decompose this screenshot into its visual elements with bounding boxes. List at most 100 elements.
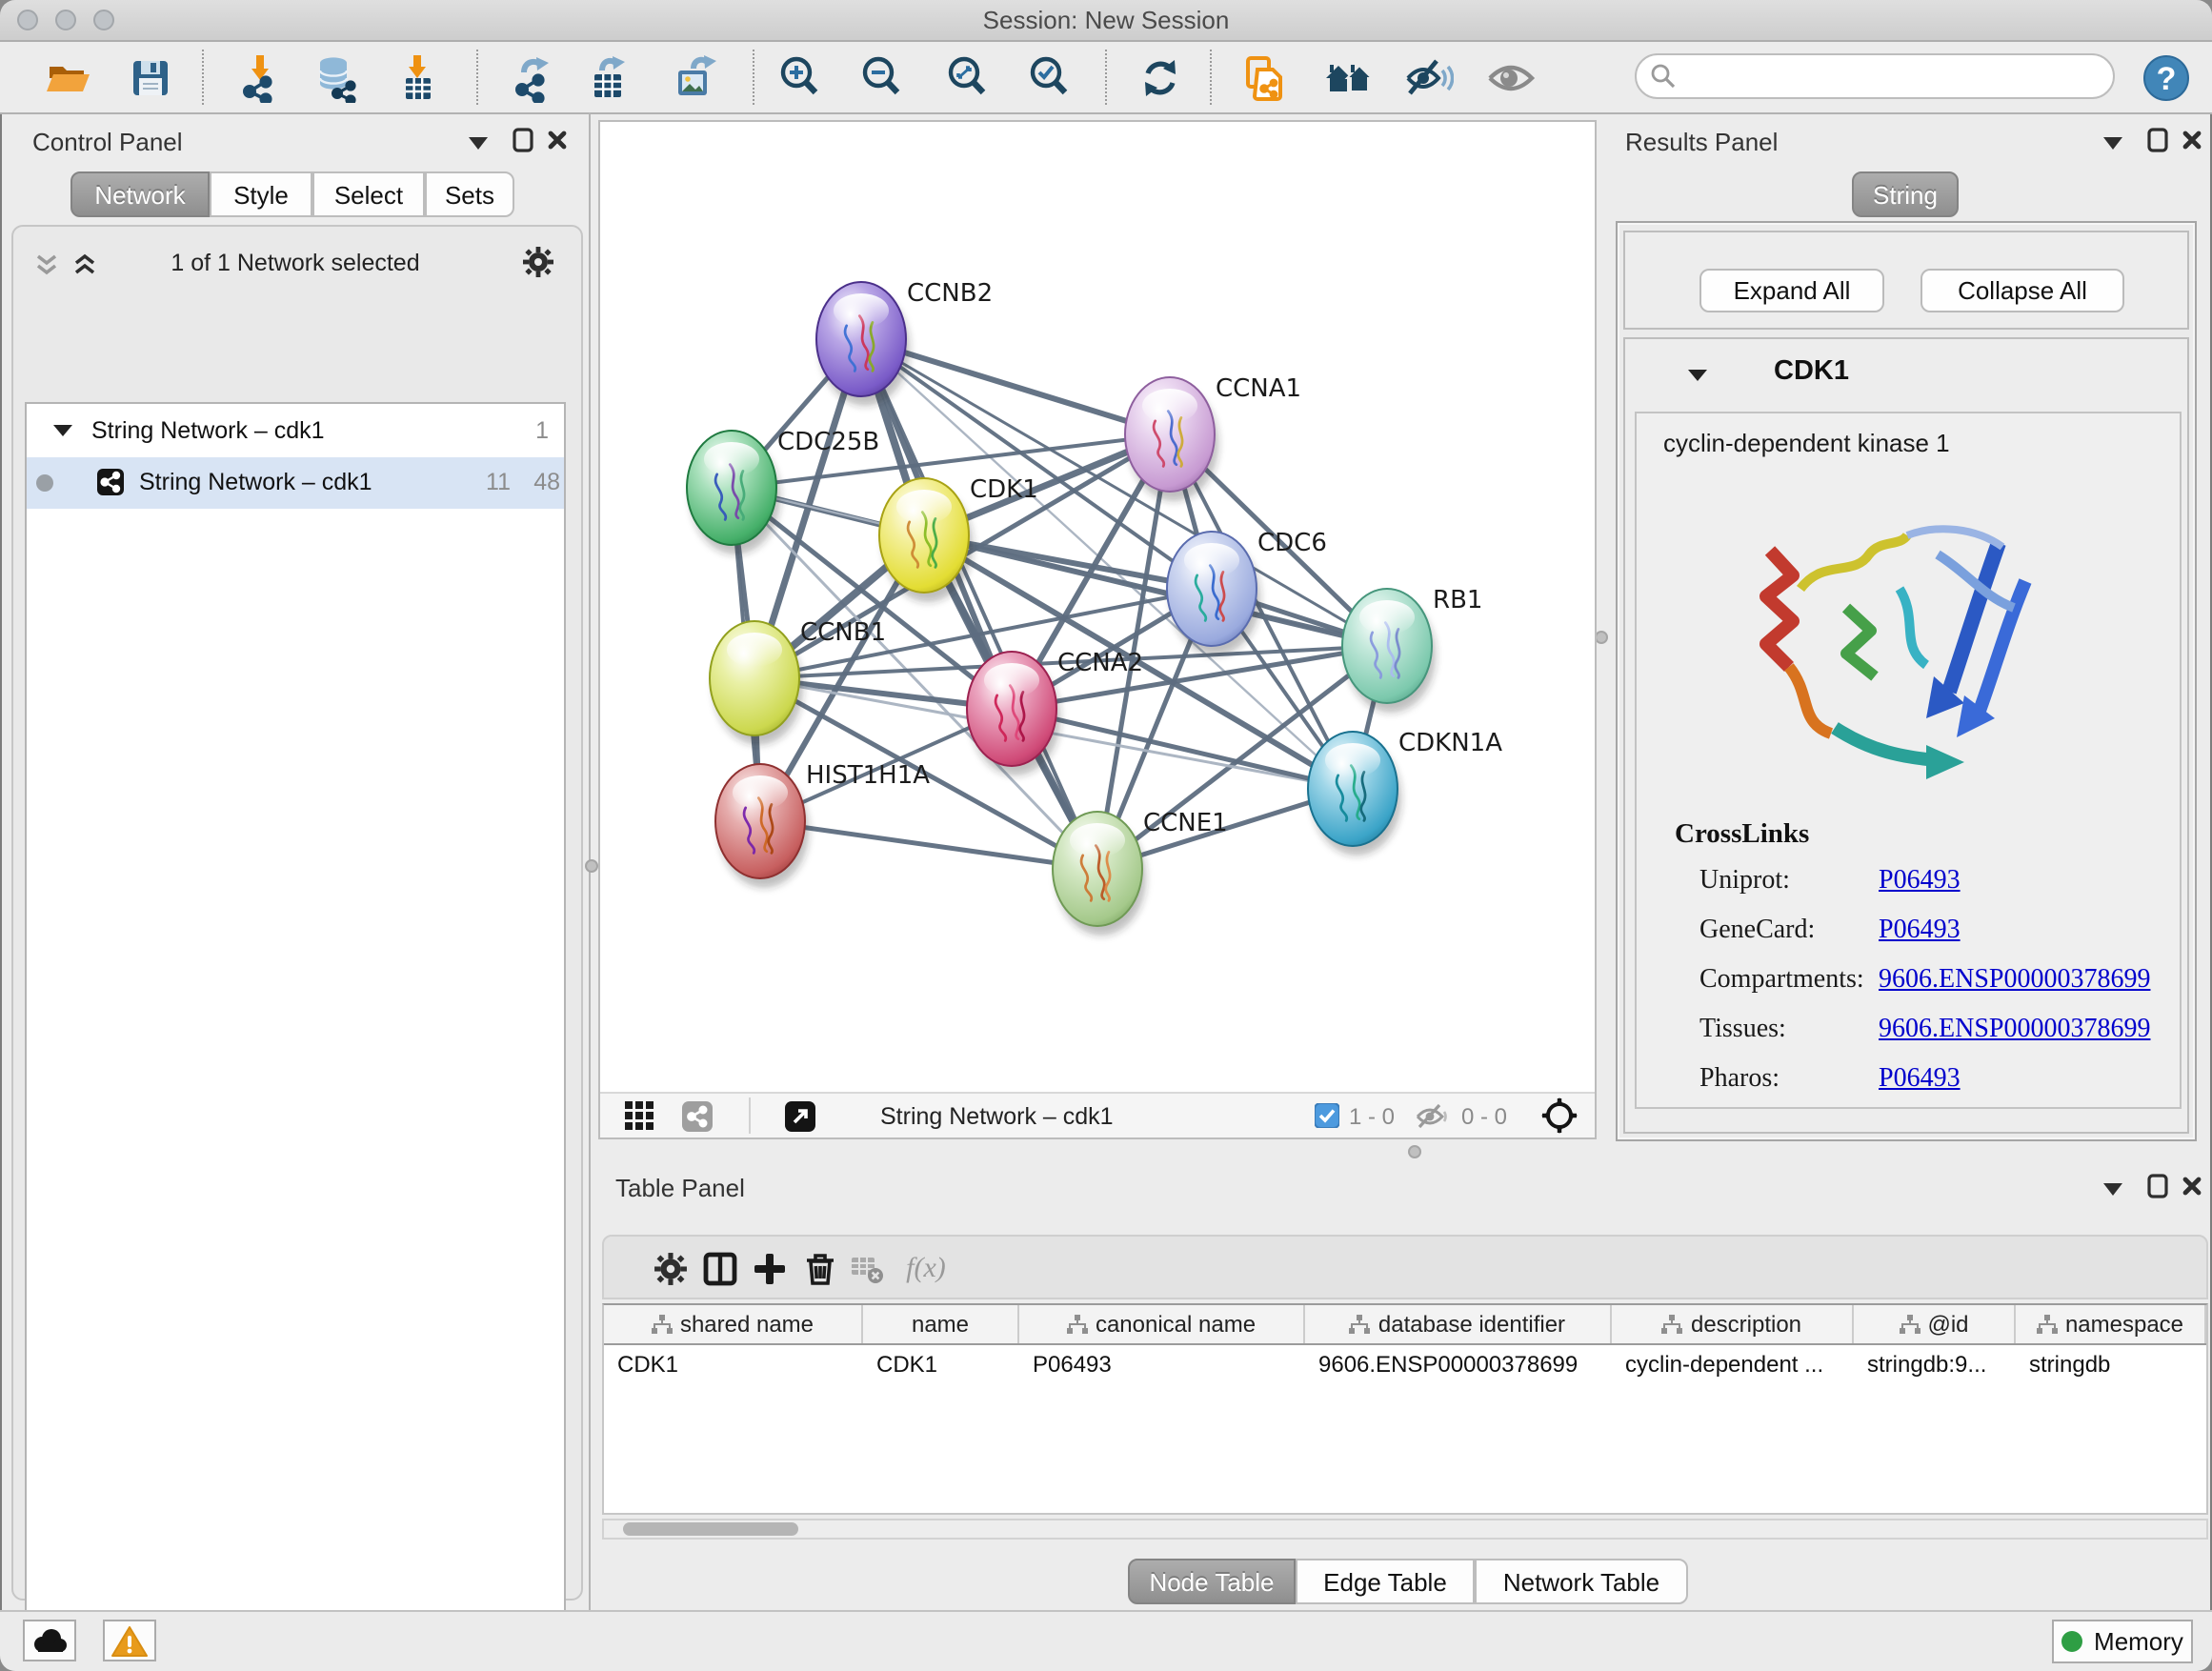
column-header--id[interactable]: @id bbox=[1854, 1305, 2016, 1343]
network-canvas[interactable]: CCNB2CCNA1CDC25BCDK1CDC6RB1CCNB1CCNA2CDK… bbox=[606, 124, 1589, 1096]
warning-status-button[interactable] bbox=[103, 1620, 156, 1661]
search-input[interactable] bbox=[1635, 53, 2115, 99]
close-panel-icon[interactable] bbox=[541, 126, 572, 152]
memory-button[interactable]: Memory bbox=[2052, 1620, 2193, 1663]
selected-checkbox[interactable] bbox=[1315, 1099, 1339, 1132]
navigator-icon[interactable] bbox=[1541, 1099, 1578, 1132]
delete-column-icon[interactable] bbox=[798, 1250, 840, 1288]
string-network-icon bbox=[97, 469, 124, 501]
column-header-database-identifier[interactable]: database identifier bbox=[1305, 1305, 1612, 1343]
network-node-hist1h1a[interactable] bbox=[715, 764, 809, 888]
table-cell[interactable]: stringdb:9... bbox=[1854, 1345, 2016, 1383]
zoom-selected-button[interactable] bbox=[1021, 50, 1078, 107]
cloud-status-button[interactable] bbox=[23, 1620, 76, 1661]
crosslink-link[interactable]: P06493 bbox=[1879, 1065, 1961, 1096]
network-edge[interactable] bbox=[1012, 709, 1353, 789]
string-hide-glass-button[interactable] bbox=[1400, 50, 1458, 107]
table-row[interactable]: CDK1CDK1P064939606.ENSP00000378699cyclin… bbox=[604, 1345, 2206, 1383]
column-header-canonical-name[interactable]: canonical name bbox=[1019, 1305, 1305, 1343]
table-cell[interactable]: 9606.ENSP00000378699 bbox=[1305, 1345, 1612, 1383]
network-collection-row[interactable]: String Network – cdk1 1 bbox=[27, 408, 564, 457]
float-panel-icon[interactable] bbox=[2142, 126, 2172, 152]
delete-table-icon[interactable] bbox=[846, 1250, 888, 1288]
zoom-fit-button[interactable] bbox=[939, 50, 996, 107]
network-node-rb1[interactable] bbox=[1342, 589, 1436, 713]
import-table-button[interactable] bbox=[389, 50, 446, 107]
panel-menu-icon[interactable] bbox=[463, 130, 493, 156]
column-header-description[interactable]: description bbox=[1612, 1305, 1854, 1343]
export-image-button[interactable] bbox=[667, 50, 724, 107]
network-node-ccne1[interactable] bbox=[1053, 812, 1146, 936]
expand-all-button[interactable]: Expand All bbox=[1699, 269, 1884, 312]
tab-sets[interactable]: Sets bbox=[425, 171, 514, 217]
tab-network-table[interactable]: Network Table bbox=[1475, 1559, 1688, 1604]
string-home-button[interactable] bbox=[1320, 50, 1377, 107]
table-cell[interactable]: P06493 bbox=[1019, 1345, 1305, 1383]
share-network-icon[interactable] bbox=[682, 1099, 713, 1132]
tab-network[interactable]: Network bbox=[70, 171, 210, 217]
show-columns-icon[interactable] bbox=[699, 1250, 741, 1288]
string-copy-network-button[interactable] bbox=[1237, 50, 1294, 107]
table-cell[interactable]: CDK1 bbox=[863, 1345, 1019, 1383]
horizontal-splitter-handle[interactable] bbox=[1408, 1145, 1421, 1158]
panel-menu-icon[interactable] bbox=[2098, 1176, 2128, 1202]
collection-caret-icon[interactable] bbox=[53, 425, 72, 436]
table-horizontal-scrollbar[interactable] bbox=[602, 1519, 2208, 1540]
eye-icon bbox=[1486, 53, 1536, 103]
tab-node-table[interactable]: Node Table bbox=[1128, 1559, 1296, 1604]
tab-edge-table[interactable]: Edge Table bbox=[1296, 1559, 1475, 1604]
apply-layout-button[interactable] bbox=[1132, 50, 1189, 107]
network-node-ccnb2[interactable] bbox=[816, 282, 910, 406]
zoom-in-button[interactable] bbox=[772, 50, 829, 107]
save-session-button[interactable] bbox=[122, 50, 179, 107]
network-node-ccnb1[interactable] bbox=[710, 621, 803, 745]
node-label-ccnb2: CCNB2 bbox=[907, 279, 993, 308]
zoom-out-button[interactable] bbox=[854, 50, 911, 107]
crosslink-link[interactable]: P06493 bbox=[1879, 916, 1961, 947]
column-header-name[interactable]: name bbox=[863, 1305, 1019, 1343]
birdseye-grid-icon[interactable] bbox=[625, 1099, 654, 1132]
tab-string[interactable]: String bbox=[1852, 171, 1959, 217]
panel-menu-icon[interactable] bbox=[2098, 130, 2128, 156]
network-node-cdkn1a[interactable] bbox=[1308, 732, 1401, 856]
open-session-button[interactable] bbox=[40, 50, 97, 107]
network-options-gear-icon[interactable] bbox=[522, 246, 554, 288]
scrollbar-thumb[interactable] bbox=[623, 1522, 798, 1536]
collapse-all-button[interactable]: Collapse All bbox=[1920, 269, 2124, 312]
add-column-icon[interactable] bbox=[749, 1250, 791, 1288]
crosslink-link[interactable]: P06493 bbox=[1879, 867, 1961, 897]
detach-view-icon[interactable] bbox=[785, 1099, 815, 1132]
entry-caret-icon[interactable] bbox=[1688, 370, 1707, 381]
network-node-cdc6[interactable] bbox=[1167, 532, 1260, 655]
hidden-eye-slash-icon[interactable] bbox=[1416, 1099, 1448, 1132]
close-panel-icon[interactable] bbox=[2176, 126, 2206, 152]
left-splitter-handle[interactable] bbox=[585, 859, 598, 873]
float-panel-icon[interactable] bbox=[2142, 1172, 2172, 1198]
network-row-selected[interactable]: String Network – cdk1 11 48 bbox=[27, 457, 564, 509]
table-cell[interactable]: cyclin-dependent ... bbox=[1612, 1345, 1854, 1383]
right-splitter-handle[interactable] bbox=[1595, 631, 1608, 644]
export-network-button[interactable] bbox=[503, 50, 560, 107]
network-node-ccna2[interactable] bbox=[967, 652, 1060, 775]
show-graphics-details-button[interactable] bbox=[1482, 50, 1539, 107]
table-cell[interactable]: stringdb bbox=[2016, 1345, 2206, 1383]
tab-style[interactable]: Style bbox=[210, 171, 312, 217]
crosslink-link[interactable]: 9606.ENSP00000378699 bbox=[1879, 1016, 2150, 1046]
import-network-from-database-button[interactable] bbox=[309, 50, 366, 107]
table-cell[interactable]: CDK1 bbox=[604, 1345, 863, 1383]
import-network-button[interactable] bbox=[231, 50, 288, 107]
crosslink-link[interactable]: 9606.ENSP00000378699 bbox=[1879, 966, 2150, 997]
refresh-icon bbox=[1136, 53, 1185, 103]
column-header-shared-name[interactable]: shared name bbox=[604, 1305, 863, 1343]
table-settings-gear-icon[interactable] bbox=[650, 1250, 692, 1288]
crosslink-row: Tissues:9606.ENSP00000378699 bbox=[1637, 1016, 2180, 1065]
function-builder-icon[interactable]: f(x) bbox=[897, 1250, 955, 1288]
crosslink-row: Uniprot:P06493 bbox=[1637, 867, 2180, 916]
help-button[interactable]: ? bbox=[2138, 50, 2195, 107]
tab-select[interactable]: Select bbox=[312, 171, 425, 217]
float-panel-icon[interactable] bbox=[507, 126, 537, 152]
export-table-button[interactable] bbox=[579, 50, 636, 107]
network-edge[interactable] bbox=[760, 821, 1097, 869]
column-header-namespace[interactable]: namespace bbox=[2016, 1305, 2206, 1343]
close-panel-icon[interactable] bbox=[2176, 1172, 2206, 1198]
